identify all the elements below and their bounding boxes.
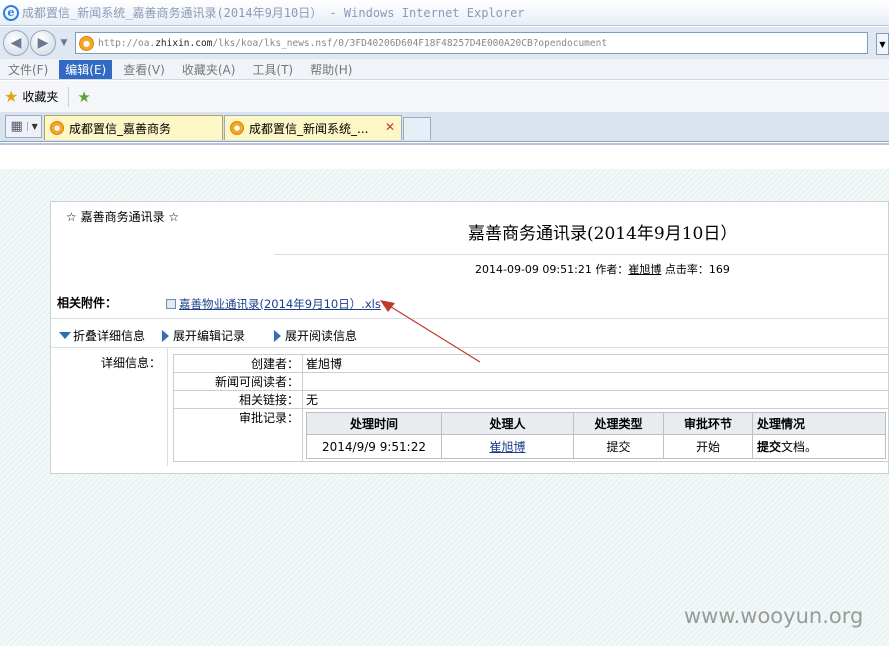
collapse-details-label: 折叠详细信息 [73, 329, 146, 343]
collapse-triangle-icon [59, 332, 71, 339]
column-header: 审批环节 [663, 412, 753, 435]
column-header: 处理人 [441, 412, 574, 435]
approval-type: 提交 [573, 434, 664, 459]
menu-file[interactable]: 文件(F) [2, 60, 54, 79]
publish-date: 2014-09-09 09:51:21 [475, 263, 592, 276]
collapse-details-button[interactable]: 折叠详细信息 [59, 327, 145, 344]
readers-label: 新闻可阅读者： [173, 372, 303, 391]
table-row: 2014/9/9 9:51:22 崔旭博 提交 开始 提交文档。 [306, 434, 886, 459]
expand-read-info-label: 展开阅读信息 [285, 329, 358, 343]
links-label: 相关链接： [173, 390, 303, 409]
tab-label: 成都置信_新闻系统_... [249, 121, 369, 136]
menu-bar: 文件(F) 编辑(E) 查看(V) 收藏夹(A) 工具(T) 帮助(H) [0, 59, 889, 80]
links-value: 无 [302, 390, 889, 409]
attachment-link[interactable]: 嘉善物业通讯录(2014年9月10日）.xls [179, 296, 381, 312]
expand-edit-log-button[interactable]: 展开编辑记录 [162, 327, 245, 344]
column-header: 处理类型 [573, 412, 664, 435]
approval-person-link[interactable]: 崔旭博 [489, 440, 525, 454]
approval-label: 审批记录： [173, 408, 303, 462]
approval-person-cell: 崔旭博 [441, 434, 574, 459]
tab-favicon-icon: ● [50, 121, 64, 135]
table-row: 新闻可阅读者： [173, 372, 889, 391]
menu-help[interactable]: 帮助(H) [304, 60, 358, 79]
expand-triangle-icon [162, 329, 169, 342]
menu-edit[interactable]: 编辑(E) [59, 59, 113, 79]
document-category: ☆ 嘉善商务通讯录 ☆ [66, 210, 180, 224]
author-link[interactable]: 崔旭博 [628, 263, 661, 276]
approval-cell: 处理时间 处理人 处理类型 审批环节 处理情况 2014/9/9 9:51:22… [302, 408, 889, 462]
tab-news-system[interactable]: ● 成都置信_新闻系统_... ✕ [224, 115, 402, 140]
approval-step: 开始 [663, 434, 753, 459]
attachment-item: 嘉善物业通讯录(2014年9月10日）.xls [166, 296, 381, 312]
table-row: 相关链接： 无 [173, 390, 889, 409]
quick-tabs-grid-icon: ▦ [10, 119, 23, 134]
window-title: 成都置信_新闻系统_嘉善商务通讯录(2014年9月10日） - Windows … [22, 6, 525, 20]
address-bar: ◀ ▶ ▼ ● http://oa.zhixin.com/lks/koa/lks… [0, 27, 889, 59]
detail-info-label: 详细信息： [101, 356, 162, 370]
watermark: www.wooyun.org [684, 604, 864, 628]
creator-label: 创建者： [173, 354, 303, 373]
hits-count: 169 [708, 263, 730, 276]
file-icon [166, 299, 176, 309]
table-header-row: 处理时间 处理人 处理类型 审批环节 处理情况 [306, 412, 886, 435]
site-favicon-icon: ● [79, 35, 94, 51]
page-title: 嘉善商务通讯录(2014年9月10日） [468, 224, 738, 244]
tab-list-dropdown-icon[interactable]: ▼ [27, 122, 41, 131]
document-meta: 2014-09-09 09:51:21 作者：崔旭博 点击率：169 [475, 261, 730, 277]
ie-logo-icon: e [3, 4, 19, 21]
detail-info-table: 创建者： 崔旭博 新闻可阅读者： 相关链接： 无 审批记录： 处理时间 处理人 [173, 354, 889, 462]
address-dropdown-icon[interactable]: ▼ [876, 33, 889, 55]
toolbar-separator [68, 86, 70, 107]
menu-view[interactable]: 查看(V) [117, 60, 171, 79]
page-viewport: ☆ 嘉善商务通讯录 ☆ 嘉善商务通讯录(2014年9月10日） 2014-09-… [0, 143, 889, 646]
annotation-arrow [380, 300, 481, 363]
approval-status: 提交文档。 [752, 434, 886, 459]
detail-divider [167, 348, 168, 466]
hits-label: 点击率： [664, 263, 709, 276]
window-titlebar: e 成都置信_新闻系统_嘉善商务通讯录(2014年9月10日） - Window… [0, 0, 889, 26]
back-button[interactable]: ◀ [3, 30, 29, 56]
tab-label: 成都置信_嘉善商务 [69, 121, 172, 136]
quick-tabs-button[interactable]: ▦ ▼ [5, 115, 42, 138]
tab-business[interactable]: ● 成都置信_嘉善商务 [44, 115, 223, 140]
favorites-bar: ★ 收藏夹 ★ [0, 81, 889, 112]
new-tab-button[interactable] [403, 117, 431, 140]
table-row: 审批记录： 处理时间 处理人 处理类型 审批环节 处理情况 2014/9/9 9… [173, 408, 889, 462]
approval-time: 2014/9/9 9:51:22 [306, 434, 442, 459]
page-header-band [0, 143, 889, 169]
forward-button[interactable]: ▶ [30, 30, 56, 56]
expand-triangle-icon [274, 329, 281, 342]
title-area: 嘉善商务通讯录(2014年9月10日） [274, 215, 889, 255]
tab-favicon-icon: ● [230, 121, 244, 135]
history-dropdown-icon[interactable]: ▼ [57, 38, 71, 48]
favorites-button[interactable]: 收藏夹 [22, 88, 58, 105]
expand-read-info-button[interactable]: 展开阅读信息 [274, 327, 357, 344]
add-favorite-icon[interactable]: ★ [77, 88, 90, 106]
expand-edit-log-label: 展开编辑记录 [173, 329, 246, 343]
url-text: http://oa.zhixin.com/lks/koa/lks_news.ns… [98, 37, 608, 49]
approval-table: 处理时间 处理人 处理类型 审批环节 处理情况 2014/9/9 9:51:22… [306, 412, 886, 459]
column-header: 处理时间 [306, 412, 442, 435]
column-header: 处理情况 [752, 412, 886, 435]
favorites-star-icon[interactable]: ★ [4, 87, 18, 106]
menu-favorites[interactable]: 收藏夹(A) [176, 60, 242, 79]
tab-bar: ▦ ▼ ● 成都置信_嘉善商务 ● 成都置信_新闻系统_... ✕ [0, 112, 889, 142]
url-input[interactable]: ● http://oa.zhixin.com/lks/koa/lks_news.… [75, 32, 868, 54]
author-label: 作者： [595, 263, 629, 276]
table-row: 创建者： 崔旭博 [173, 354, 889, 373]
menu-tools[interactable]: 工具(T) [246, 60, 299, 79]
attachments-label: 相关附件： [57, 296, 118, 310]
close-tab-icon[interactable]: ✕ [383, 120, 397, 134]
readers-value [302, 372, 889, 391]
